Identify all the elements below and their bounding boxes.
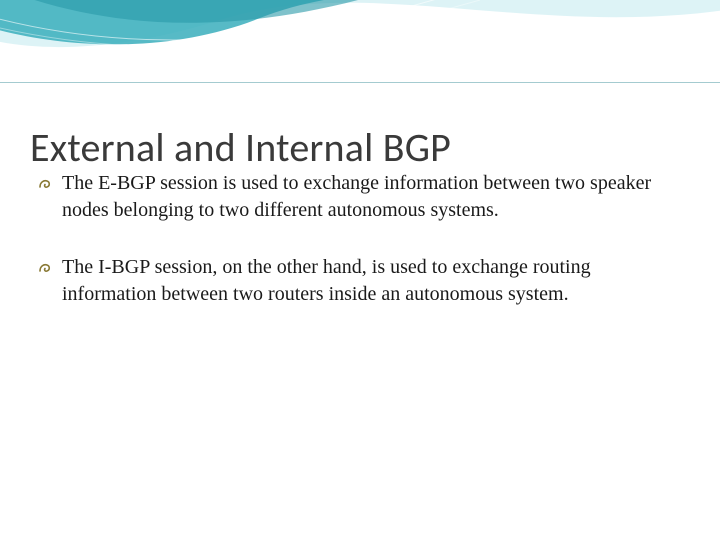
wave-decoration — [0, 0, 720, 120]
slide-title: External and Internal BGP — [30, 123, 690, 172]
slide-body: The E-BGP session is used to exchange in… — [38, 170, 672, 338]
bullet-swirl-icon — [38, 172, 60, 198]
list-item: The E-BGP session is used to exchange in… — [38, 170, 672, 224]
horizontal-rule — [0, 82, 720, 83]
bullet-swirl-icon — [38, 256, 60, 282]
bullet-text: The I-BGP session, on the other hand, is… — [62, 254, 672, 308]
bullet-text: The E-BGP session is used to exchange in… — [62, 170, 672, 224]
list-item: The I-BGP session, on the other hand, is… — [38, 254, 672, 308]
